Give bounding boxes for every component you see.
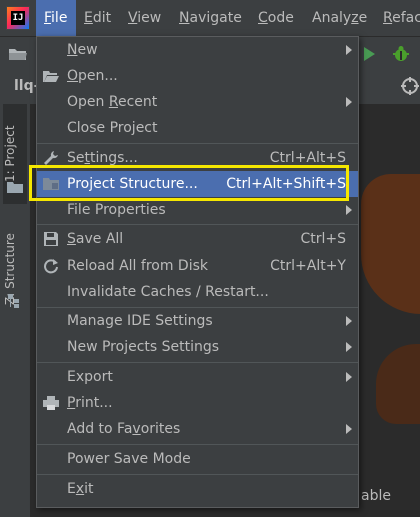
open-folder-icon[interactable]	[8, 46, 28, 62]
menu-separator	[37, 143, 358, 144]
menu-navigate[interactable]: Navigate	[179, 0, 242, 36]
project-structure-icon	[43, 178, 59, 190]
menu-item-add-to-favorites[interactable]: Add to Favorites	[37, 416, 358, 442]
save-icon	[44, 232, 58, 246]
menu-item-close-project[interactable]: Close Project	[37, 115, 358, 141]
menu-refactor[interactable]: Refac	[383, 0, 420, 36]
app-icon-text: IJ	[11, 11, 25, 25]
menu-item-project-structure[interactable]: Project Structure... Ctrl+Alt+Shift+S	[37, 171, 358, 197]
structure-icon	[8, 294, 19, 308]
debug-icon[interactable]	[392, 45, 410, 63]
menu-separator	[37, 362, 358, 363]
menu-item-open-recent[interactable]: Open Recent	[37, 89, 358, 115]
menu-item-save-all[interactable]: Save All Ctrl+S	[37, 226, 358, 252]
menu-separator	[37, 224, 358, 225]
menu-item-new-projects-settings[interactable]: New Projects Settings	[37, 334, 358, 360]
wrench-icon	[44, 151, 58, 165]
reload-icon	[44, 259, 58, 274]
background-art	[361, 174, 420, 314]
menu-edit[interactable]: Edit	[84, 0, 111, 36]
run-icon[interactable]	[362, 46, 376, 62]
menu-item-power-save-mode[interactable]: Power Save Mode	[37, 446, 358, 472]
tool-window-stripe: 1: Project Z: Structure	[0, 104, 31, 517]
menu-item-new[interactable]: New	[37, 37, 358, 63]
file-menu-dropdown: New Open... Open Recent Close Project Se…	[36, 36, 359, 508]
menu-item-file-properties[interactable]: File Properties	[37, 197, 358, 223]
menu-item-exit[interactable]: Exit	[37, 476, 358, 502]
menu-item-export[interactable]: Export	[37, 364, 358, 390]
menu-view[interactable]: View	[128, 0, 161, 36]
menu-file[interactable]: File	[36, 0, 76, 36]
background-text-fragment: able	[361, 488, 391, 504]
menu-item-print[interactable]: Print...	[37, 390, 358, 416]
menu-item-invalidate-caches[interactable]: Invalidate Caches / Restart...	[37, 279, 358, 305]
crosshair-icon[interactable]	[400, 76, 420, 96]
menu-item-settings[interactable]: Settings... Ctrl+Alt+S	[37, 145, 358, 171]
menu-item-open[interactable]: Open...	[37, 63, 358, 89]
menu-analyze[interactable]: Analyze	[312, 0, 367, 36]
menu-item-reload-all[interactable]: Reload All from Disk Ctrl+Alt+Y	[37, 253, 358, 279]
menu-item-manage-ide-settings[interactable]: Manage IDE Settings	[37, 308, 358, 334]
project-folder-icon	[7, 182, 23, 193]
menu-bar: IJ File Edit View Navigate Code Analyze …	[0, 0, 420, 36]
printer-icon	[43, 396, 59, 410]
intellij-logo-icon: IJ	[6, 6, 30, 30]
open-folder-icon	[43, 71, 59, 82]
menu-separator	[37, 444, 358, 445]
menu-code[interactable]: Code	[258, 0, 294, 36]
menu-separator	[37, 474, 358, 475]
